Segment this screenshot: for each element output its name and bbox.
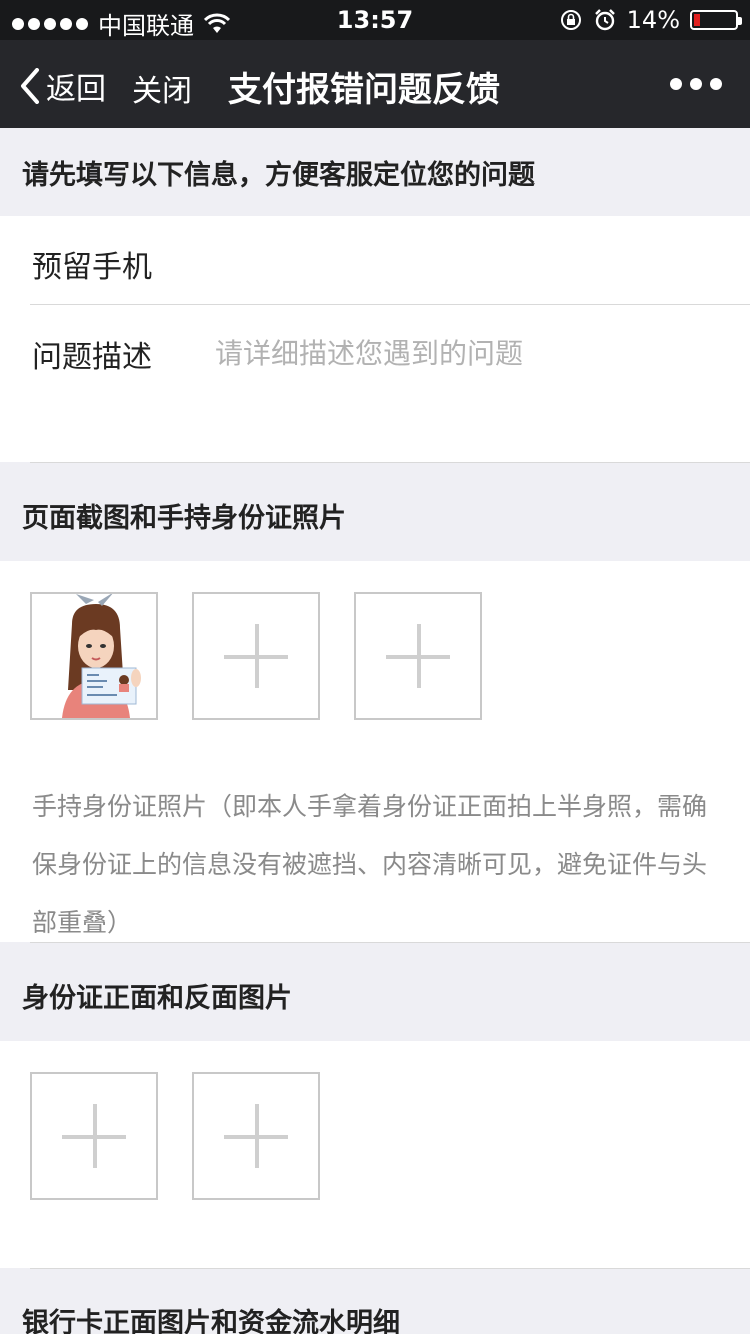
upload-id-back-button[interactable] xyxy=(192,1072,320,1200)
example-id-photo-illustration xyxy=(32,594,156,718)
page-title: 支付报错问题反馈 xyxy=(228,70,500,110)
info-form: 预留手机 问题描述 请详细描述您遇到的问题 xyxy=(0,216,750,462)
nav-bar: 返回 关闭 支付报错问题反馈 xyxy=(0,40,750,128)
battery-percent: 14% xyxy=(626,6,680,34)
lock-rotation-icon xyxy=(560,10,581,30)
screenshot-hint-text: 手持身份证照片（即本人手拿着身份证正面拍上半身照，需确保身份证上的信息没有被遮挡… xyxy=(32,792,708,937)
info-section-header: 请先填写以下信息，方便客服定位您的问题 xyxy=(0,128,750,216)
upload-id-front-button[interactable] xyxy=(30,1072,158,1200)
phone-input[interactable] xyxy=(215,226,725,296)
bank-section-header: 银行卡正面图片和资金流水明细 xyxy=(0,1269,750,1334)
desc-input[interactable]: 请详细描述您遇到的问题 xyxy=(215,332,715,372)
back-label: 返回 xyxy=(46,72,106,107)
upload-id-photo-button[interactable] xyxy=(354,592,482,720)
screenshot-block: 手持身份证照片（即本人手拿着身份证正面拍上半身照，需确保身份证上的信息没有被遮挡… xyxy=(0,561,750,942)
more-dots-icon[interactable] xyxy=(670,78,722,90)
close-button[interactable]: 关闭 xyxy=(132,66,192,110)
back-chevron-icon xyxy=(21,68,39,104)
id-block xyxy=(0,1041,750,1268)
example-photo-thumbnail[interactable] xyxy=(30,592,158,720)
upload-screenshot-button[interactable] xyxy=(192,592,320,720)
status-bar: 中国联通 13:57 14% xyxy=(0,0,750,40)
battery-icon xyxy=(690,10,742,30)
desc-label: 问题描述 xyxy=(32,340,152,375)
divider xyxy=(30,304,750,305)
alarm-icon xyxy=(594,9,615,31)
phone-label: 预留手机 xyxy=(32,250,152,285)
back-button[interactable]: 返回 xyxy=(20,64,106,108)
screenshot-section-header: 页面截图和手持身份证照片 xyxy=(0,463,750,561)
id-section-header: 身份证正面和反面图片 xyxy=(0,943,750,1041)
